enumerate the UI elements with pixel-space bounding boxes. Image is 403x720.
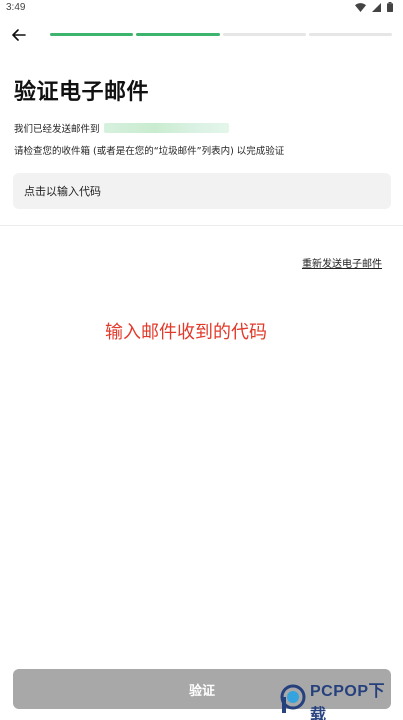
resend-email-link[interactable]: 重新发送电子邮件	[302, 255, 382, 270]
back-button[interactable]	[10, 26, 28, 44]
instruction-text: 请检查您的收件箱 (或者是在您的“垃圾邮件”列表内) 以完成验证	[14, 146, 285, 157]
watermark: PCPOP下载	[279, 683, 401, 720]
status-icons	[355, 2, 393, 12]
progress-step	[222, 33, 306, 36]
status-bar: 3:49	[0, 0, 403, 16]
pcpop-logo-icon	[279, 684, 307, 718]
battery-icon	[387, 2, 393, 12]
arrow-left-icon	[12, 26, 26, 45]
divider	[0, 225, 403, 226]
step-progress	[50, 33, 392, 36]
signal-icon	[372, 2, 381, 12]
watermark-text: PCPOP下载	[310, 683, 386, 720]
status-time: 3:49	[6, 2, 26, 13]
code-input-container	[13, 173, 391, 209]
sent-to-line: 我们已经发送邮件到	[14, 121, 229, 135]
progress-step	[50, 33, 134, 36]
annotation-text: 输入邮件收到的代码	[105, 322, 267, 343]
sent-prefix: 我们已经发送邮件到	[14, 124, 100, 135]
page-title: 验证电子邮件	[14, 80, 150, 105]
wifi-icon	[355, 2, 366, 12]
code-input[interactable]	[13, 173, 391, 209]
progress-step	[136, 33, 220, 36]
progress-step	[308, 33, 392, 36]
redacted-email	[103, 123, 229, 133]
